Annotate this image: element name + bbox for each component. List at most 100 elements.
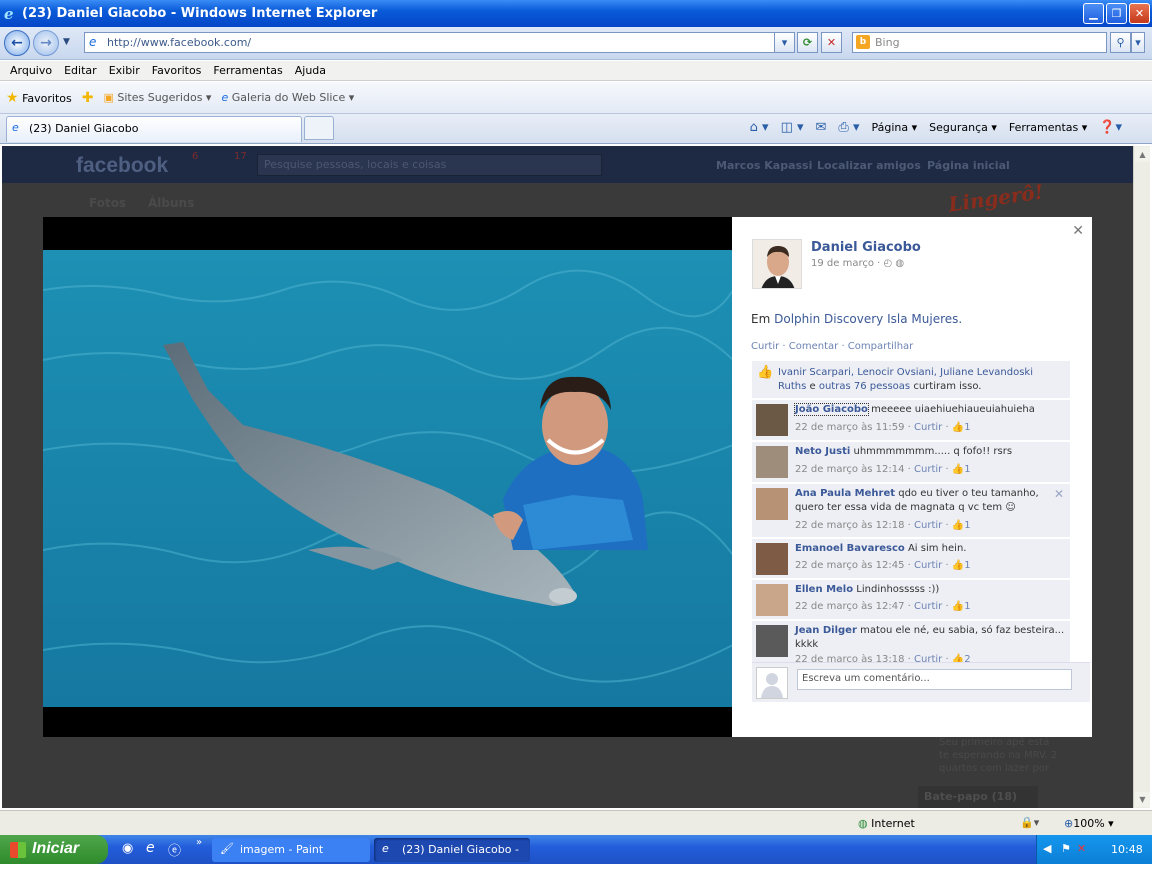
photos-tab[interactable]: Fotos xyxy=(89,196,126,210)
vertical-scrollbar[interactable]: ▲ ▼ xyxy=(1133,146,1150,808)
message-badge[interactable]: 17 xyxy=(234,151,247,162)
comment-like-link[interactable]: Curtir xyxy=(914,560,942,571)
dolphin-photo[interactable] xyxy=(43,250,733,707)
comment-time[interactable]: 22 de março às 12:45 xyxy=(795,560,904,571)
profile-link[interactable]: Marcos Kapassi xyxy=(716,159,812,172)
tools-menu[interactable]: Ferramentas ▾ xyxy=(1009,121,1087,134)
network-warning-icon[interactable]: ✕ xyxy=(1077,842,1086,855)
chat-bar[interactable]: Bate-papo (18) xyxy=(918,786,1038,808)
menu-ajuda[interactable]: Ajuda xyxy=(289,64,332,77)
comment-time[interactable]: 22 de março às 13:18 xyxy=(795,654,904,662)
home-link[interactable]: Página inicial xyxy=(927,159,1010,172)
post-actions[interactable]: Curtir · Comentar · Compartilhar xyxy=(751,341,913,352)
ie-quicklaunch-icon-2[interactable]: ⓔ xyxy=(168,840,181,859)
ie-quicklaunch-icon[interactable]: e xyxy=(146,840,155,856)
search-input[interactable]: b Bing xyxy=(852,32,1107,53)
page-menu[interactable]: Página ▾ xyxy=(871,121,917,134)
comment-like-link[interactable]: Curtir xyxy=(914,422,942,433)
menu-exibir[interactable]: Exibir xyxy=(103,64,146,77)
feeds-icon[interactable]: ◫ ▾ xyxy=(781,120,804,135)
minimize-button[interactable]: ▁ xyxy=(1083,3,1104,24)
clock[interactable]: 10:48 xyxy=(1111,843,1143,856)
zoom-control[interactable]: ⊕100% ▾ xyxy=(1064,817,1114,830)
comment-like-link[interactable]: Curtir xyxy=(914,464,942,475)
comment-like-link[interactable]: Curtir xyxy=(914,520,942,531)
new-tab-button[interactable] xyxy=(304,116,334,140)
print-icon[interactable]: ⎙ ▾ xyxy=(838,120,859,135)
comment-like-count[interactable]: 👍2 xyxy=(952,654,971,662)
search-options-button[interactable]: ▾ xyxy=(1131,32,1145,53)
post-date[interactable]: 19 de março · ◴ ◍ xyxy=(811,258,904,269)
forward-button[interactable]: → xyxy=(33,30,59,56)
security-menu[interactable]: Segurança ▾ xyxy=(929,121,997,134)
add-favorite-icon[interactable]: ✚ xyxy=(82,90,94,106)
chrome-icon[interactable]: ◉ xyxy=(122,841,133,856)
comment-like-count[interactable]: 👍1 xyxy=(952,464,971,475)
comment-like-count[interactable]: 👍1 xyxy=(952,422,971,433)
tray-expand-icon[interactable]: ◀ xyxy=(1043,842,1051,855)
comment-time[interactable]: 22 de março às 11:59 xyxy=(795,422,904,433)
comment-like-link[interactable]: Curtir xyxy=(914,601,942,612)
commenter-name[interactable]: João Giacobo xyxy=(794,403,869,416)
comment-input[interactable]: Escreva um comentário... xyxy=(797,669,1072,690)
commenter-name[interactable]: Jean Dilger xyxy=(795,625,857,636)
mail-icon[interactable]: ✉ xyxy=(816,120,827,135)
facebook-search-input[interactable]: Pesquise pessoas, locais e coisas xyxy=(257,154,602,176)
notification-badge[interactable]: 6 xyxy=(192,151,198,162)
tab-current[interactable]: e (23) Daniel Giacobo xyxy=(6,116,302,142)
home-icon[interactable]: ⌂ ▾ xyxy=(750,120,769,135)
place-link[interactable]: Dolphin Discovery Isla Mujeres. xyxy=(774,312,962,326)
close-button[interactable]: ✕ xyxy=(1129,3,1150,24)
security-zone[interactable]: ◍ Internet xyxy=(858,817,915,830)
other-likers-link[interactable]: outras 76 pessoas xyxy=(819,381,910,392)
stop-button[interactable]: ✕ xyxy=(821,32,842,53)
taskbar-ie[interactable]: e (23) Daniel Giacobo - ... xyxy=(374,838,530,869)
commenter-name[interactable]: Neto Justi xyxy=(795,446,850,457)
author-name-link[interactable]: Daniel Giacobo xyxy=(811,240,921,255)
commenter-avatar[interactable] xyxy=(756,625,788,657)
menu-ferramentas[interactable]: Ferramentas xyxy=(207,64,288,77)
find-friends-link[interactable]: Localizar amigos xyxy=(817,159,921,172)
commenter-avatar[interactable] xyxy=(756,584,788,616)
scroll-down-arrow[interactable]: ▼ xyxy=(1135,792,1150,807)
sidebar-ad-text[interactable]: Seu primeiro apê está te esperando na MR… xyxy=(939,736,1059,775)
address-dropdown-button[interactable]: ▾ xyxy=(774,32,795,53)
menu-editar[interactable]: Editar xyxy=(58,64,103,77)
commenter-name[interactable]: Emanoel Bavaresco xyxy=(795,543,905,554)
commenter-avatar[interactable] xyxy=(756,543,788,575)
commenter-avatar[interactable] xyxy=(756,488,788,520)
comment-time[interactable]: 22 de março às 12:18 xyxy=(795,520,904,531)
recent-pages-dropdown-icon[interactable]: ▼ xyxy=(63,37,70,47)
commenter-name[interactable]: Ellen Melo xyxy=(795,584,853,595)
commenter-name[interactable]: Ana Paula Mehret xyxy=(795,488,895,499)
comment-time[interactable]: 22 de março às 12:14 xyxy=(795,464,904,475)
refresh-button[interactable]: ⟳ xyxy=(797,32,818,53)
start-button[interactable]: Iniciar xyxy=(0,835,108,864)
delete-comment-icon[interactable]: ✕ xyxy=(1054,487,1064,501)
comment-like-count[interactable]: 👍1 xyxy=(952,601,971,612)
comment-like-link[interactable]: Curtir xyxy=(914,654,942,662)
comment-time[interactable]: 22 de março às 12:47 xyxy=(795,601,904,612)
scroll-up-arrow[interactable]: ▲ xyxy=(1135,147,1150,162)
facebook-logo[interactable]: facebook xyxy=(76,154,168,178)
suggested-sites-button[interactable]: ▣ Sites Sugeridos ▾ xyxy=(103,91,211,104)
commenter-avatar[interactable] xyxy=(756,446,788,478)
search-button[interactable]: ⚲ xyxy=(1110,32,1131,53)
taskbar-paint[interactable]: 🖌 imagem - Paint xyxy=(212,838,370,862)
web-slice-gallery-button[interactable]: e Galeria do Web Slice ▾ xyxy=(221,91,354,104)
ad-logo[interactable]: Lingerô! xyxy=(947,179,1045,216)
restore-button[interactable]: ❐ xyxy=(1106,3,1127,24)
back-button[interactable]: ← xyxy=(4,30,30,56)
address-input[interactable]: e http://www.facebook.com/ xyxy=(84,32,792,53)
help-icon[interactable]: ❓▾ xyxy=(1099,120,1122,135)
tray-app-icon[interactable]: ⚑ xyxy=(1061,842,1071,855)
close-viewer-icon[interactable]: ✕ xyxy=(1072,223,1084,239)
albums-tab[interactable]: Álbuns xyxy=(148,196,194,210)
commenter-avatar[interactable] xyxy=(756,404,788,436)
comment-like-count[interactable]: 👍1 xyxy=(952,520,971,531)
quicklaunch-more-icon[interactable]: » xyxy=(196,837,202,848)
author-avatar[interactable] xyxy=(752,239,802,289)
menu-arquivo[interactable]: Arquivo xyxy=(4,64,58,77)
comment-like-count[interactable]: 👍1 xyxy=(952,560,971,571)
protected-mode-icon[interactable]: 🔒▾ xyxy=(1020,816,1039,829)
